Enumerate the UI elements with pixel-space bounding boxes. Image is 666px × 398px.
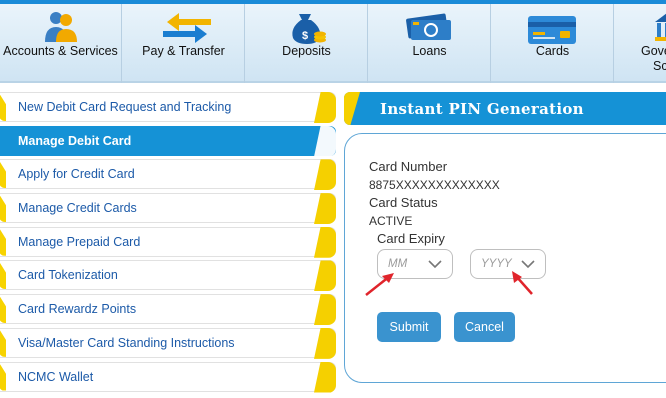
menu-accent [314,327,336,359]
users-icon [45,12,77,42]
nav-label: Cards [535,44,570,58]
menu-item-manage-prepaid-card[interactable]: Manage Prepaid Card [0,226,336,258]
panel-header: Instant PIN Generation [344,92,666,125]
menu-item-label: Manage Credit Cards [18,201,137,216]
panel-accent [344,92,360,125]
panel-title: Instant PIN Generation [380,100,584,118]
menu-item-new-debit-card-request[interactable]: New Debit Card Request and Tracking [0,92,336,123]
menu-item-label: NCMC Wallet [18,369,94,384]
nav-label: Loans [412,44,447,58]
nav-label-line2: Sch [653,59,666,73]
cancel-button[interactable]: Cancel [454,312,515,342]
card-expiry-label: Card Expiry [377,231,445,246]
submit-button[interactable]: Submit [377,312,441,342]
menu-item-label: Apply for Credit Card [18,167,135,182]
red-arrow-icon [512,271,533,295]
menu-item-label: Card Rewardz Points [18,302,137,317]
card-status-value: ACTIVE [369,214,413,228]
menu-item-manage-debit-card[interactable]: Manage Debit Card [0,125,336,157]
top-navigation: Accounts & Services Pay & Transfer $ Dep… [0,0,666,83]
menu-accent [314,260,336,292]
menu-item-label: Visa/Master Card Standing Instructions [18,335,235,350]
menu-item-standing-instructions[interactable]: Visa/Master Card Standing Instructions [0,327,336,359]
menu-item-apply-credit-card[interactable]: Apply for Credit Card [0,159,336,191]
nav-loans[interactable]: Loans [369,4,491,83]
menu-item-label: Manage Debit Card [18,133,132,148]
card-number-label: Card Number [369,159,448,174]
transfer-arrows-icon [163,13,211,43]
menu-accent [0,295,6,324]
menu-accent [0,160,6,189]
nav-label: Deposits [282,44,331,58]
nav-accounts-services[interactable]: Accounts & Services [0,4,122,83]
cash-icon [406,13,451,40]
menu-accent [314,226,336,258]
nav-label: Accounts & Services [3,44,118,58]
menu-item-card-tokenization[interactable]: Card Tokenization [0,260,336,292]
nav-label-line1: Gove [641,44,666,58]
svg-text:$: $ [302,30,308,42]
red-arrow-icon [365,273,394,296]
menu-accent [314,294,336,326]
nav-government-schemes[interactable]: Gove Sch [615,4,666,83]
menu-accent [0,261,6,290]
menu-accent [0,93,6,121]
menu-accent [314,193,336,225]
card-number-value: 8875XXXXXXXXXXXXX [369,178,500,192]
money-bag-icon: $ [292,14,326,44]
nav-pay-transfer[interactable]: Pay & Transfer [123,4,245,83]
menu-item-ncmc-wallet[interactable]: NCMC Wallet [0,361,336,393]
menu-item-manage-credit-cards[interactable]: Manage Credit Cards [0,193,336,225]
menu-accent [314,361,336,393]
menu-item-label: New Debit Card Request and Tracking [18,100,232,114]
menu-accent [314,92,336,123]
menu-item-label: Card Tokenization [18,268,118,283]
nav-deposits[interactable]: $ Deposits [246,4,368,83]
government-icon [655,13,666,41]
menu-item-card-rewardz-points[interactable]: Card Rewardz Points [0,294,336,326]
menu-item-label: Manage Prepaid Card [18,234,141,249]
menu-accent [0,227,6,256]
menu-accent [0,362,6,391]
chevron-down-icon [428,260,442,269]
nav-label: Gove Sch [641,44,666,74]
nav-cards[interactable]: Cards [492,4,614,83]
menu-accent [314,159,336,191]
card-services-menu: New Debit Card Request and Tracking Mana… [0,92,336,395]
menu-accent [314,125,336,157]
credit-card-icon [528,16,576,44]
card-status-label: Card Status [369,195,438,210]
menu-accent [0,194,6,223]
menu-accent [0,328,6,357]
nav-label: Pay & Transfer [142,44,225,58]
